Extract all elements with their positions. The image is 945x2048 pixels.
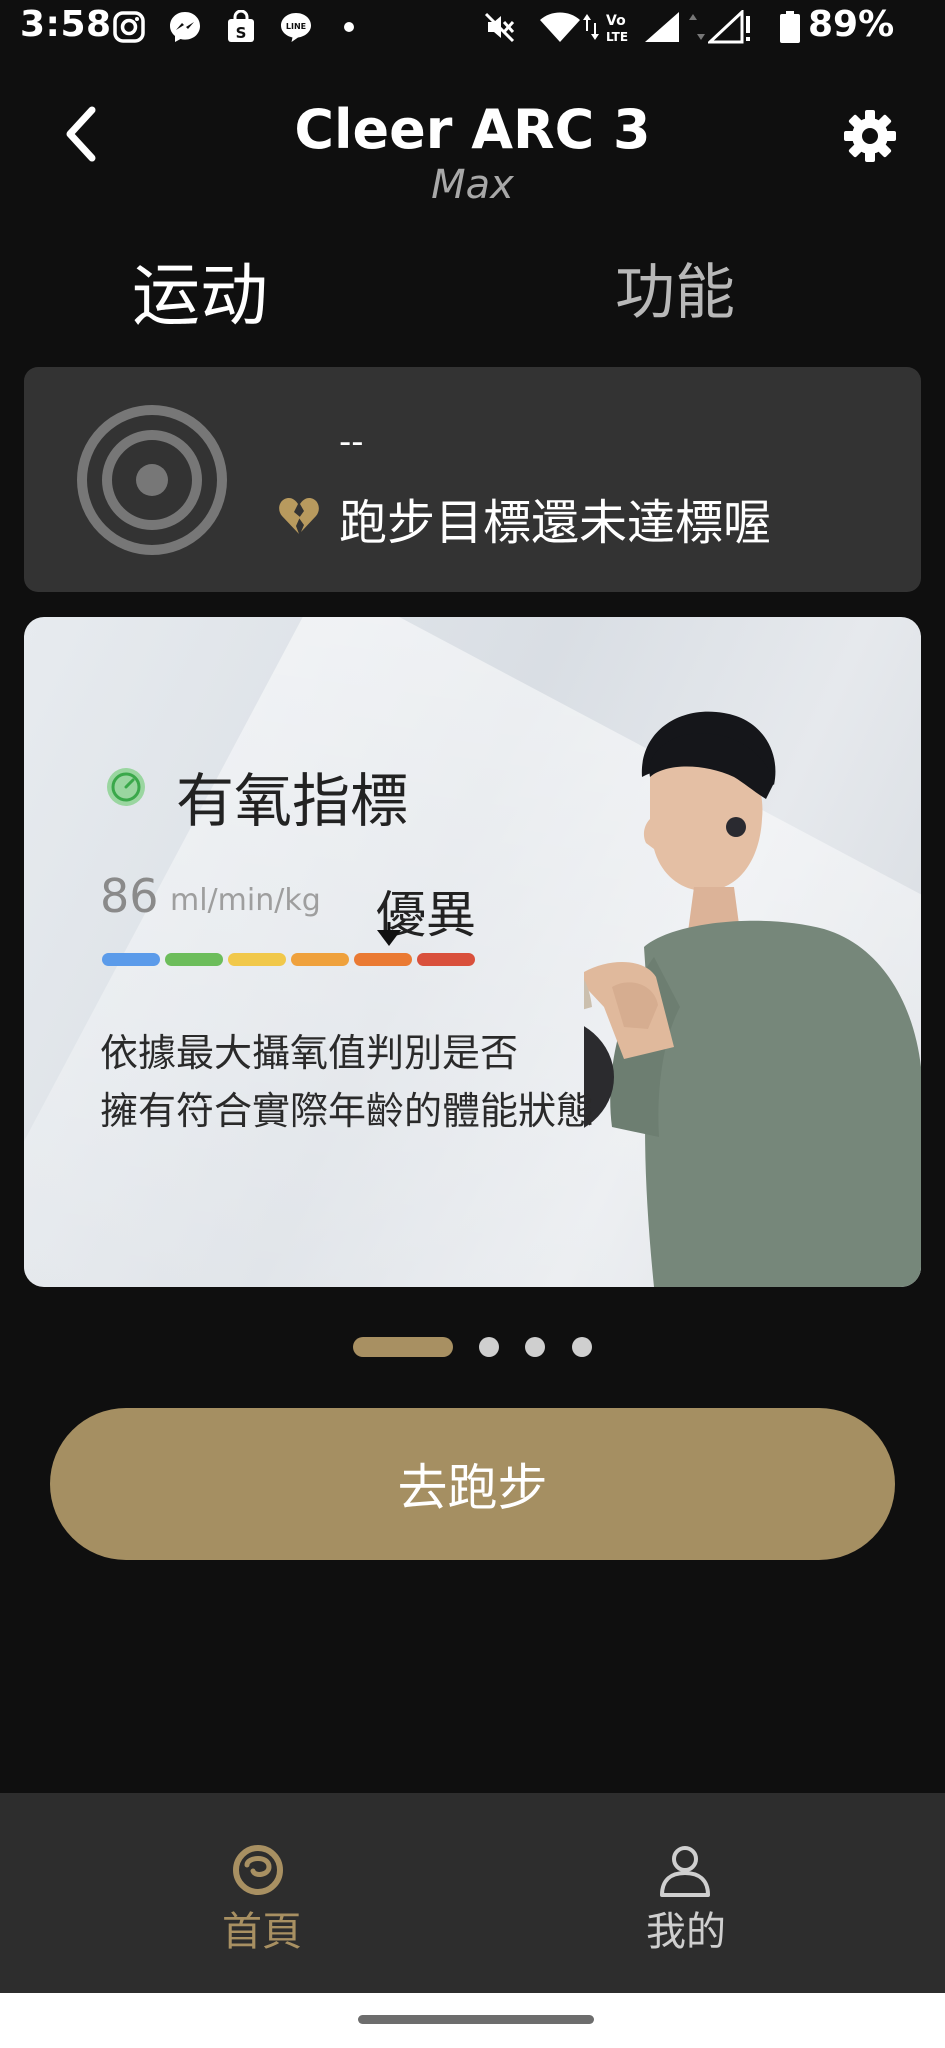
- messenger-icon: [170, 12, 200, 42]
- volte-icon: Vo LTE: [606, 13, 628, 44]
- svg-text:S: S: [236, 24, 247, 42]
- gear-icon[interactable]: [842, 108, 898, 164]
- signal-icon: [645, 12, 679, 42]
- svg-text:LINE: LINE: [286, 22, 306, 31]
- instagram-icon: [113, 11, 145, 43]
- data-arrows-icon: [583, 14, 599, 40]
- vo2max-promo-card[interactable]: 有氧指標 86 ml/min/kg 優異 依據最大攝氧值判別是否 擁有符合實際年…: [24, 617, 921, 1287]
- battery-icon: [780, 11, 800, 43]
- mute-icon: [484, 12, 515, 43]
- page-dot[interactable]: [572, 1337, 592, 1357]
- scale-segment: [417, 953, 475, 966]
- scale-segment: [291, 953, 349, 966]
- scale-segment: [354, 953, 412, 966]
- speedometer-icon: [107, 768, 145, 806]
- gesture-area: [0, 1993, 945, 2048]
- status-time: 3:58: [20, 4, 112, 45]
- data-arrows-2-icon: [689, 14, 705, 40]
- dot-icon: [344, 22, 354, 32]
- bottom-nav: 首頁 我的: [0, 1793, 945, 1993]
- metric-title: 有氧指標: [176, 767, 409, 835]
- home-gesture-bar[interactable]: [358, 2015, 594, 2024]
- signal-no-service-icon: [708, 10, 750, 44]
- wifi-icon: [540, 12, 580, 42]
- status-bar: 3:58 S LINE Vo LTE 89%: [0, 0, 945, 52]
- level-marker-icon: [377, 922, 401, 946]
- page-dot-active[interactable]: [353, 1337, 453, 1357]
- promo-description-line: 依據最大攝氧值判別是否: [100, 1031, 519, 1075]
- device-title: Cleer ARC 3: [294, 98, 651, 161]
- athlete-with-kettlebell-image: [584, 711, 921, 1287]
- tab-sport[interactable]: 运动: [132, 240, 268, 339]
- line-icon: LINE: [281, 13, 311, 42]
- svg-text:Vo: Vo: [606, 13, 626, 29]
- goal-message: 跑步目標還未達標喔: [339, 495, 772, 551]
- broken-heart-icon: [279, 498, 319, 534]
- scale-segment: [102, 953, 160, 966]
- nav-me-label: 我的: [646, 1909, 726, 1955]
- goal-value: --: [339, 422, 364, 462]
- scale-segment: [228, 953, 286, 966]
- target-icon: [77, 405, 227, 555]
- svg-text:LTE: LTE: [606, 30, 628, 44]
- battery-percent: 89%: [808, 4, 895, 45]
- tab-function[interactable]: 功能: [615, 244, 735, 331]
- promo-description-line: 擁有符合實際年齡的體能狀態: [100, 1089, 595, 1133]
- running-goal-card[interactable]: -- 跑步目標還未達標喔: [24, 367, 921, 592]
- user-icon: [660, 1846, 710, 1897]
- scale-segment: [165, 953, 223, 966]
- go-running-button[interactable]: 去跑步: [50, 1408, 895, 1560]
- nav-home-label: 首頁: [222, 1909, 302, 1955]
- metric-unit: ml/min/kg: [170, 883, 321, 918]
- home-logo-icon: [233, 1845, 283, 1895]
- page-dot[interactable]: [525, 1337, 545, 1357]
- device-subtitle: Max: [431, 162, 514, 208]
- page-dot[interactable]: [479, 1337, 499, 1357]
- shopping-bag-icon: S: [228, 10, 254, 42]
- metric-value: 86: [100, 869, 159, 923]
